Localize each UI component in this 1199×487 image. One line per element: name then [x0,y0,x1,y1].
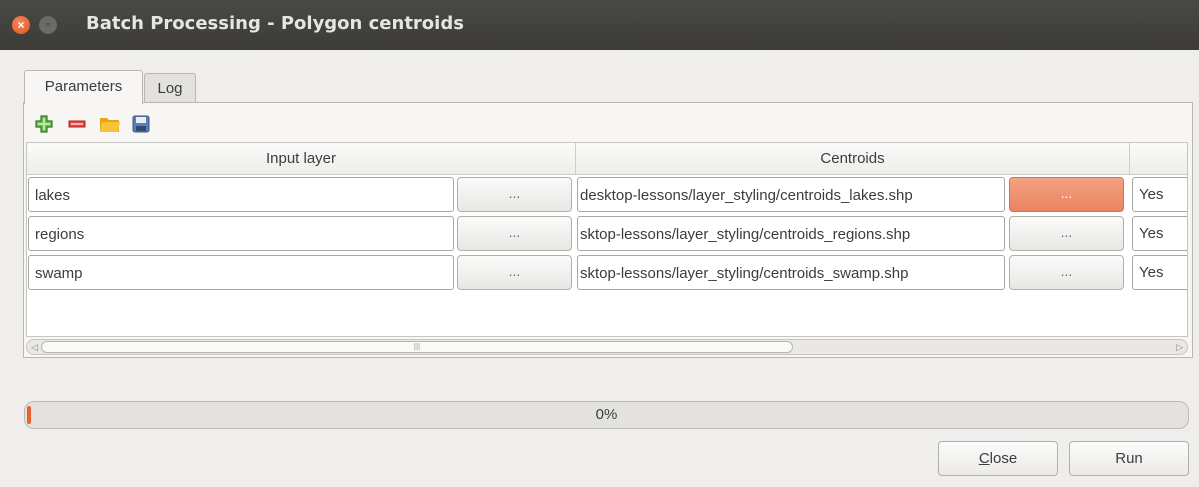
close-mnemonic: C [978,450,990,467]
load-in-qgis-select[interactable]: Yes [1132,216,1187,251]
add-row-button[interactable] [34,114,54,134]
input-layer-browse-button[interactable]: ... [457,255,572,290]
input-layer-field[interactable]: regions [28,216,454,251]
title-bar: × ▫ Batch Processing - Polygon centroids [0,0,1199,50]
remove-row-button[interactable] [67,114,87,134]
load-in-qgis-select[interactable]: Yes [1132,255,1187,290]
input-layer-browse-button[interactable]: ... [457,177,572,212]
parameters-panel: Input layer Centroids lakes ... desktop-… [23,102,1193,358]
tab-log[interactable]: Log [144,73,196,103]
close-window-icon[interactable]: × [12,16,30,34]
close-button[interactable]: Close [938,441,1058,476]
input-layer-field[interactable]: swamp [28,255,454,290]
input-layer-field[interactable]: lakes [28,177,454,212]
centroids-output-field[interactable]: desktop-lessons/layer_styling/centroids_… [577,177,1005,212]
grip-icon: ||| [413,342,421,351]
close-label: lose [989,450,1018,467]
plus-icon [35,115,53,133]
input-layer-browse-button[interactable]: ... [457,216,572,251]
folder-icon [100,118,120,132]
centroids-browse-button[interactable]: ... [1009,177,1124,212]
progress-label: 0% [595,406,618,423]
minus-icon [68,120,86,128]
load-in-qgis-select[interactable]: Yes [1132,177,1187,212]
window-title: Batch Processing - Polygon centroids [86,13,464,34]
column-header-load[interactable] [1130,143,1187,175]
horizontal-scrollbar[interactable]: ◁ ||| ▷ [26,339,1188,355]
batch-table: Input layer Centroids lakes ... desktop-… [26,142,1188,337]
progress-bar: 0% [24,401,1189,429]
centroids-browse-button[interactable]: ... [1009,216,1124,251]
open-file-button[interactable] [99,114,120,134]
save-file-button[interactable] [131,114,151,134]
save-icon [132,115,150,133]
tab-parameters[interactable]: Parameters [24,70,143,104]
run-button[interactable]: Run [1069,441,1189,476]
column-header-centroids[interactable]: Centroids [576,143,1130,175]
minimize-window-icon[interactable]: ▫ [39,16,57,34]
centroids-browse-button[interactable]: ... [1009,255,1124,290]
scroll-left-icon[interactable]: ◁ [31,340,38,354]
centroids-output-field[interactable]: sktop-lessons/layer_styling/centroids_re… [577,216,1005,251]
scroll-right-icon[interactable]: ▷ [1176,340,1183,354]
column-header-input-layer[interactable]: Input layer [27,143,576,175]
scrollbar-thumb[interactable]: ||| [41,341,793,353]
centroids-output-field[interactable]: sktop-lessons/layer_styling/centroids_sw… [577,255,1005,290]
